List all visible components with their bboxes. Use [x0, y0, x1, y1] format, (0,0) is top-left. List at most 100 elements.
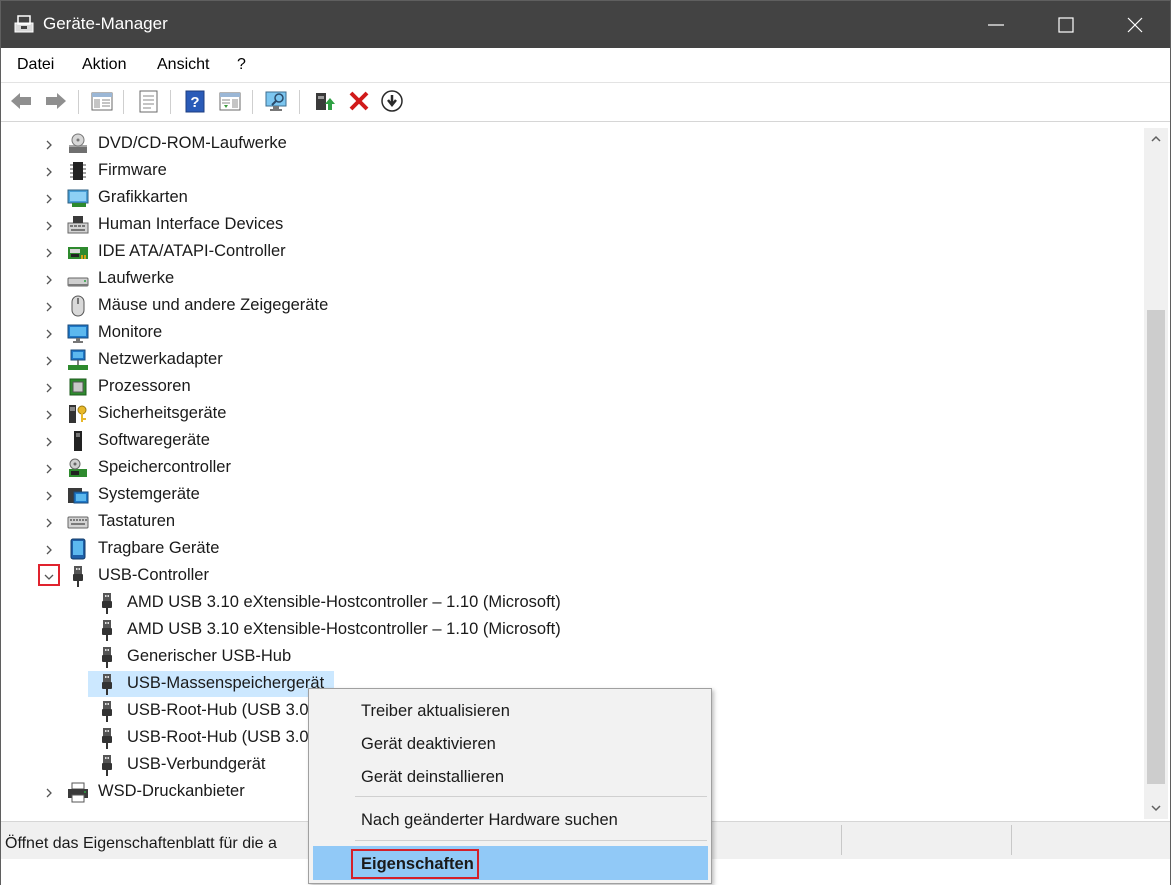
- tree-item-label: WSD-Druckanbieter: [98, 782, 245, 800]
- menu-help[interactable]: ?: [237, 56, 246, 74]
- menu-item-label: Treiber aktualisieren: [361, 702, 510, 720]
- network-adapter-icon: [67, 349, 89, 371]
- maximize-button[interactable]: [1031, 1, 1101, 48]
- scroll-up-icon[interactable]: [1150, 132, 1162, 144]
- menu-ansicht[interactable]: Ansicht: [157, 56, 209, 74]
- back-arrow-icon[interactable]: [8, 88, 34, 114]
- minimize-button[interactable]: [961, 1, 1031, 48]
- tree-category-usb-controller[interactable]: USB-Controller: [5, 562, 1105, 589]
- menu-item-scan-hardware[interactable]: Nach geänderter Hardware suchen: [309, 804, 711, 837]
- tree-item-label: Grafikkarten: [98, 188, 188, 206]
- action-pane-icon[interactable]: [217, 88, 243, 114]
- menu-item-uninstall-device[interactable]: Gerät deinstallieren: [309, 761, 711, 794]
- tree-category[interactable]: Laufwerke: [5, 265, 1105, 292]
- tree-device[interactable]: AMD USB 3.10 eXtensible-Hostcontroller –…: [5, 616, 1105, 643]
- display-adapter-icon: [67, 187, 89, 209]
- tree-category[interactable]: Tragbare Geräte: [5, 535, 1105, 562]
- tree-category[interactable]: IDE ATA/ATAPI-Controller: [5, 238, 1105, 265]
- expand-chevron-icon[interactable]: [43, 273, 55, 285]
- expand-chevron-icon[interactable]: [43, 300, 55, 312]
- disable-device-icon[interactable]: [379, 88, 405, 114]
- expand-chevron-icon[interactable]: [43, 192, 55, 204]
- close-button[interactable]: [1100, 1, 1170, 48]
- usb-icon: [67, 565, 89, 587]
- scroll-down-icon[interactable]: [1150, 801, 1162, 813]
- expand-chevron-icon[interactable]: [43, 354, 55, 366]
- expand-chevron-icon[interactable]: [43, 165, 55, 177]
- tree-item-label: AMD USB 3.10 eXtensible-Hostcontroller –…: [127, 620, 561, 638]
- expand-chevron-icon[interactable]: [43, 408, 55, 420]
- uninstall-icon[interactable]: [346, 88, 372, 114]
- mouse-icon: [67, 295, 89, 317]
- menu-item-label: Gerät deinstallieren: [361, 768, 505, 786]
- tree-item-label: Systemgeräte: [98, 485, 200, 503]
- security-key-icon: [67, 403, 89, 425]
- tree-item-label: Firmware: [98, 161, 167, 179]
- menu-aktion[interactable]: Aktion: [82, 56, 126, 74]
- tree-category[interactable]: Mäuse und andere Zeigegeräte: [5, 292, 1105, 319]
- tree-item-label: Laufwerke: [98, 269, 175, 287]
- usb-icon: [96, 727, 118, 749]
- expand-chevron-icon[interactable]: [43, 246, 55, 258]
- scrollbar-thumb[interactable]: [1147, 310, 1165, 784]
- tree-device[interactable]: Generischer USB-Hub: [5, 643, 1105, 670]
- status-text: Öffnet das Eigenschaftenblatt für die a: [5, 835, 277, 852]
- storage-controller-icon: [67, 457, 89, 479]
- tree-category[interactable]: Tastaturen: [5, 508, 1105, 535]
- tree-item-label: USB-Massenspeichergerät: [127, 674, 325, 692]
- tree-category[interactable]: Human Interface Devices: [5, 211, 1105, 238]
- expand-chevron-icon[interactable]: [43, 219, 55, 231]
- vertical-scrollbar[interactable]: [1144, 128, 1168, 819]
- monitor-icon: [67, 322, 89, 344]
- tree-category[interactable]: Prozessoren: [5, 373, 1105, 400]
- tree-category[interactable]: Systemgeräte: [5, 481, 1105, 508]
- toolbar: ?: [1, 83, 1170, 122]
- menu-datei[interactable]: Datei: [17, 56, 54, 74]
- tree-item-label: IDE ATA/ATAPI-Controller: [98, 242, 286, 260]
- toolbar-separator: [78, 90, 79, 114]
- tree-item-label: Speichercontroller: [98, 458, 231, 476]
- toolbar-separator: [170, 90, 171, 114]
- show-hide-tree-icon[interactable]: [89, 88, 115, 114]
- expand-chevron-icon[interactable]: [43, 381, 55, 393]
- expand-chevron-icon[interactable]: [43, 462, 55, 474]
- tree-category[interactable]: Softwaregeräte: [5, 427, 1105, 454]
- tree-device[interactable]: AMD USB 3.10 eXtensible-Hostcontroller –…: [5, 589, 1105, 616]
- title-bar: Geräte-Manager: [1, 1, 1170, 48]
- forward-arrow-icon[interactable]: [43, 88, 69, 114]
- tree-item-label: DVD/CD-ROM-Laufwerke: [98, 134, 287, 152]
- tree-item-label: Generischer USB-Hub: [127, 647, 292, 665]
- annotation-highlight-box: [38, 564, 60, 586]
- status-divider: [841, 825, 842, 855]
- expand-chevron-icon[interactable]: [43, 543, 55, 555]
- menu-item-update-driver[interactable]: Treiber aktualisieren: [309, 695, 711, 728]
- software-device-icon: [67, 430, 89, 452]
- menu-item-disable-device[interactable]: Gerät deaktivieren: [309, 728, 711, 761]
- tree-item-label: Softwaregeräte: [98, 431, 210, 449]
- tree-item-label: USB-Controller: [98, 566, 209, 584]
- tree-item-label: Prozessoren: [98, 377, 191, 395]
- menu-item-label: Nach geänderter Hardware suchen: [361, 811, 618, 829]
- portable-device-icon: [67, 538, 89, 560]
- expand-chevron-icon[interactable]: [43, 435, 55, 447]
- expand-chevron-icon[interactable]: [43, 138, 55, 150]
- svg-text:?: ?: [190, 94, 199, 111]
- expand-chevron-icon[interactable]: [43, 786, 55, 798]
- hid-keyboard-icon: [67, 214, 89, 236]
- tree-category[interactable]: Monitore: [5, 319, 1105, 346]
- tree-category[interactable]: Sicherheitsgeräte: [5, 400, 1105, 427]
- help-icon[interactable]: ?: [182, 88, 208, 114]
- tree-category[interactable]: Netzwerkadapter: [5, 346, 1105, 373]
- tree-category[interactable]: Speichercontroller: [5, 454, 1105, 481]
- printer-icon: [67, 781, 89, 803]
- tree-category[interactable]: DVD/CD-ROM-Laufwerke: [5, 130, 1105, 157]
- update-driver-icon[interactable]: [311, 88, 337, 114]
- firmware-chip-icon: [67, 160, 89, 182]
- expand-chevron-icon[interactable]: [43, 489, 55, 501]
- expand-chevron-icon[interactable]: [43, 516, 55, 528]
- properties-icon[interactable]: [135, 88, 161, 114]
- scan-hardware-icon[interactable]: [263, 88, 289, 114]
- tree-category[interactable]: Grafikkarten: [5, 184, 1105, 211]
- tree-category[interactable]: Firmware: [5, 157, 1105, 184]
- expand-chevron-icon[interactable]: [43, 327, 55, 339]
